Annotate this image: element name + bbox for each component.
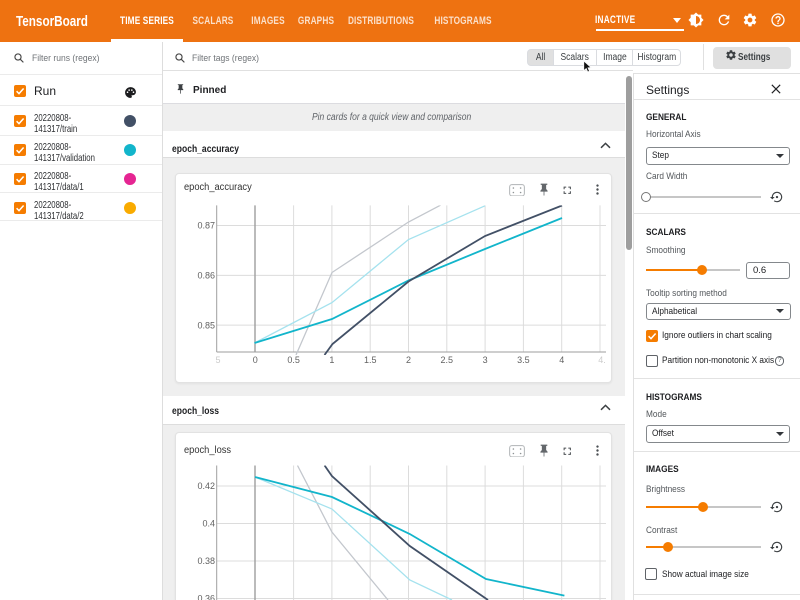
svg-text:3: 3 (483, 355, 488, 365)
svg-text:0: 0 (253, 355, 258, 365)
svg-text:0.42: 0.42 (197, 481, 215, 491)
svg-text:3.5: 3.5 (517, 355, 530, 365)
svg-text:4.: 4. (598, 355, 606, 365)
svg-text:1: 1 (329, 355, 334, 365)
svg-text:4: 4 (559, 355, 564, 365)
svg-text:1.5: 1.5 (364, 355, 377, 365)
svg-text:0.38: 0.38 (197, 556, 215, 566)
svg-text:2: 2 (406, 355, 411, 365)
svg-text:5: 5 (215, 355, 220, 365)
svg-text:0.36: 0.36 (197, 594, 215, 600)
svg-text:0.87: 0.87 (197, 221, 215, 231)
svg-text:0.4: 0.4 (202, 519, 215, 529)
svg-text:0.86: 0.86 (197, 270, 215, 280)
svg-text:0.85: 0.85 (197, 320, 215, 330)
svg-text:2.5: 2.5 (441, 355, 454, 365)
svg-text:0.5: 0.5 (287, 355, 300, 365)
